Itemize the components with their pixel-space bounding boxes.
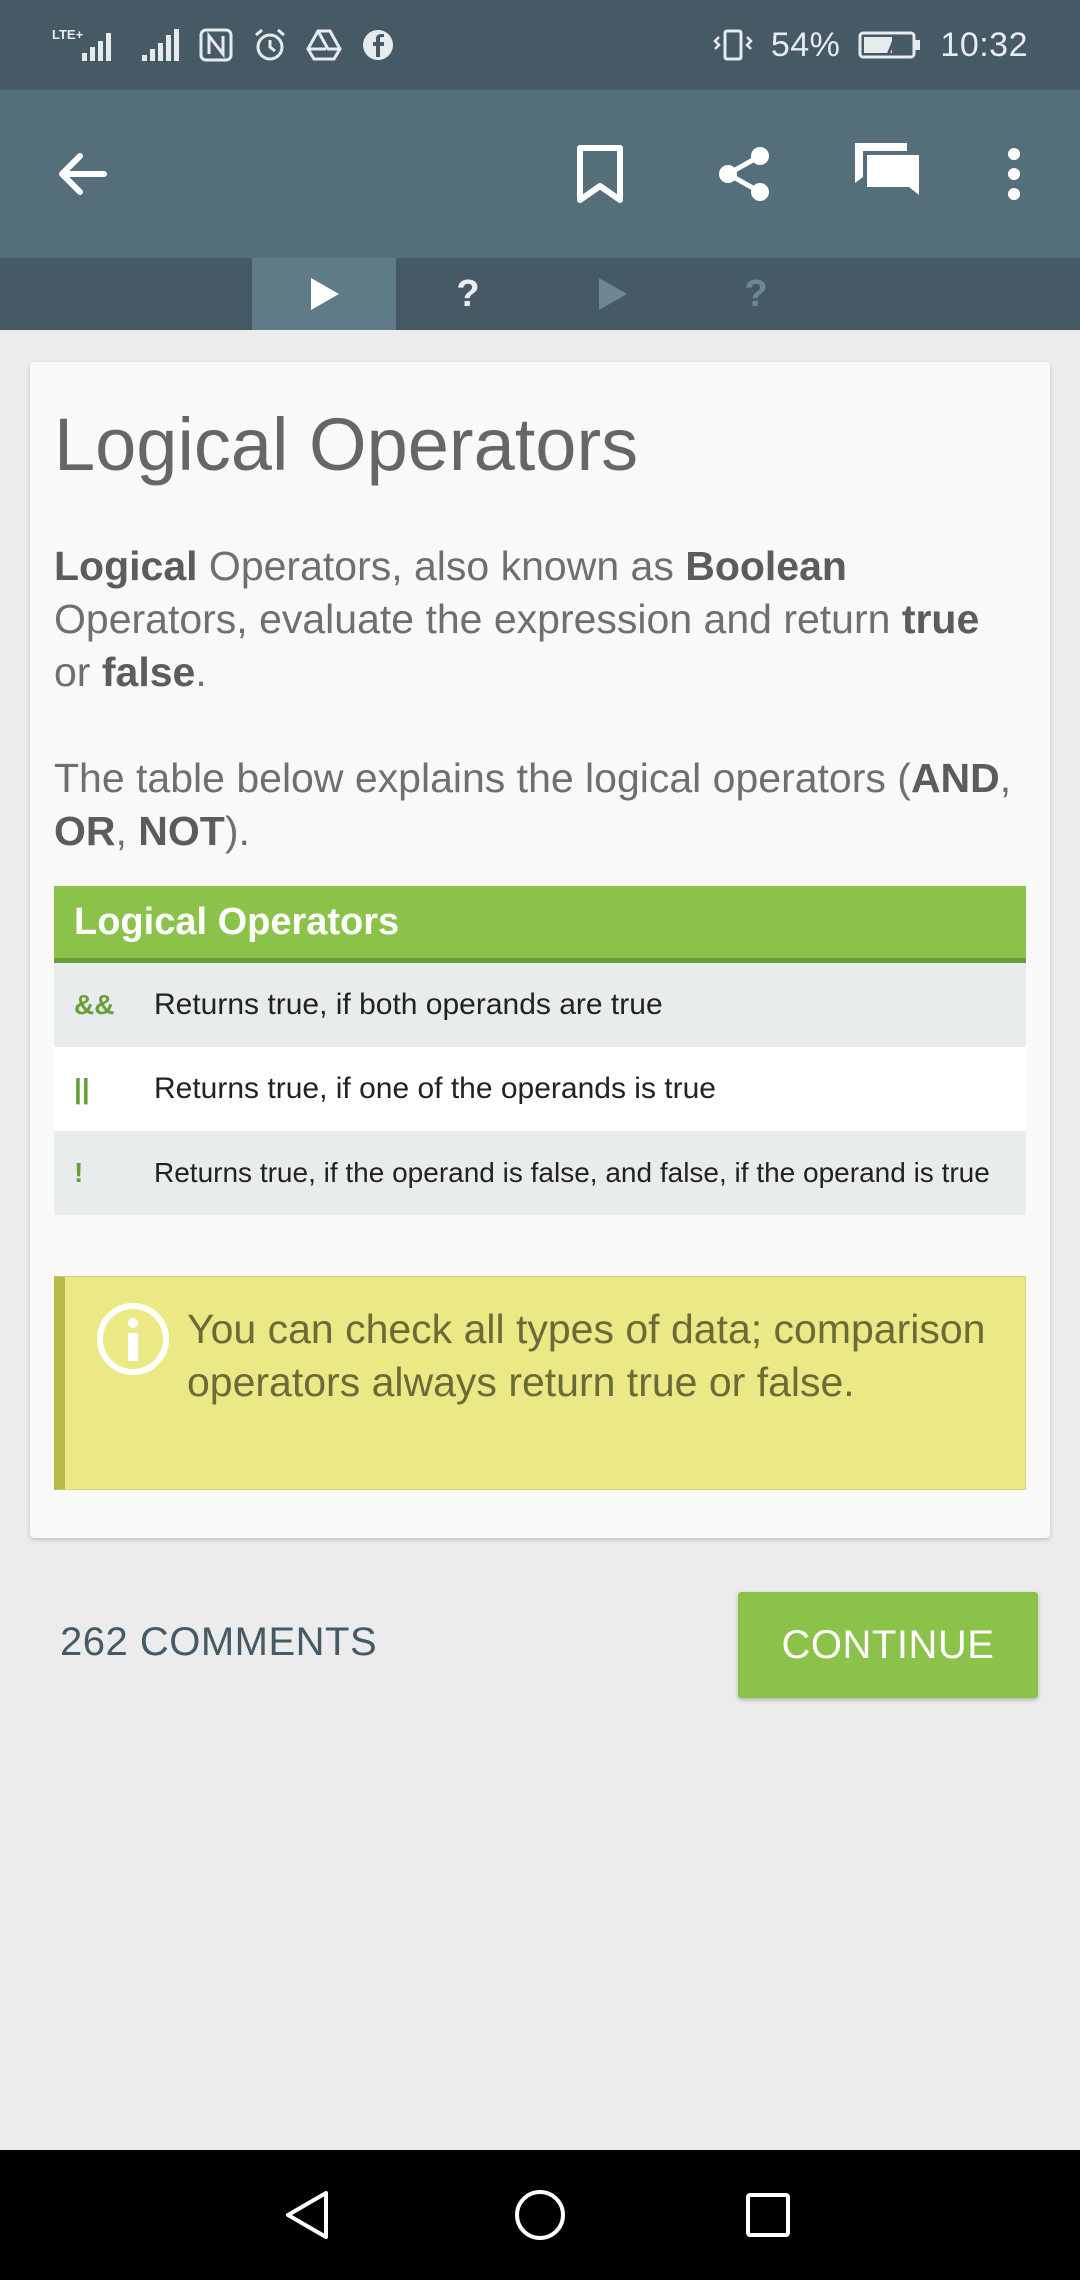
info-icon xyxy=(97,1303,169,1375)
text: The table below explains the logical ope… xyxy=(54,755,911,801)
text: , xyxy=(115,808,139,854)
tab-quiz-1[interactable]: ? xyxy=(396,258,540,330)
lesson-card: Logical Operators Logical Operators, als… xyxy=(30,362,1050,1538)
vibrate-icon xyxy=(713,27,753,63)
bookmark-icon xyxy=(577,145,623,203)
quiz-label: ? xyxy=(744,272,768,315)
share-icon xyxy=(719,147,769,201)
nav-recents-button[interactable] xyxy=(728,2175,808,2255)
nfc-icon xyxy=(198,27,234,63)
lesson-title: Logical Operators xyxy=(54,403,639,486)
description-cell: Returns true, if the operand is false, a… xyxy=(154,1157,990,1188)
note-text: You can check all types of data; compari… xyxy=(187,1306,986,1405)
battery-icon xyxy=(858,29,922,61)
signal-icon xyxy=(140,25,180,65)
bold-text: Boolean xyxy=(685,543,847,589)
text: Operators, also known as xyxy=(197,543,686,589)
operator-cell: && xyxy=(74,989,115,1020)
bold-text: false xyxy=(101,649,196,695)
app-bar xyxy=(0,90,1080,258)
lesson-table-intro: The table below explains the logical ope… xyxy=(54,752,1024,858)
operator-cell: ! xyxy=(74,1157,84,1188)
battery-percent: 54% xyxy=(770,25,841,64)
nav-home-button[interactable] xyxy=(500,2175,580,2255)
network-type-label: LTE+ xyxy=(52,27,84,42)
more-options-button[interactable] xyxy=(970,130,1058,218)
play-icon xyxy=(311,278,339,310)
alarm-icon xyxy=(252,27,288,63)
nav-home-icon xyxy=(515,2190,565,2240)
info-note: You can check all types of data; compari… xyxy=(54,1276,1026,1490)
tab-lesson-1[interactable] xyxy=(252,258,396,330)
more-vert-icon xyxy=(1008,148,1020,200)
navigation-bar xyxy=(0,2150,1080,2280)
bold-text: Logical xyxy=(54,543,198,589)
play-icon xyxy=(599,278,627,310)
lesson-intro: Logical Operators, also known as Boolean… xyxy=(54,540,1024,699)
comments-icon xyxy=(855,143,919,195)
text: ). xyxy=(224,808,250,854)
facebook-icon xyxy=(360,27,396,63)
table-row: ! Returns true, if the operand is false,… xyxy=(54,1131,1026,1215)
clock: 10:32 xyxy=(940,25,1028,64)
bold-text: OR xyxy=(54,808,116,854)
status-bar: LTE+ 54% 10:32 xyxy=(0,0,1080,90)
text: . xyxy=(195,649,207,695)
text: Operators, evaluate the expression and r… xyxy=(54,596,902,642)
bold-text: AND xyxy=(910,755,1000,801)
description-cell: Returns true, if both operands are true xyxy=(154,988,663,1021)
text: or xyxy=(54,649,102,695)
status-bar-left: LTE+ xyxy=(52,25,396,65)
share-button[interactable] xyxy=(700,130,788,218)
nav-back-button[interactable] xyxy=(268,2175,348,2255)
bookmark-button[interactable] xyxy=(556,130,644,218)
continue-button[interactable]: CONTINUE xyxy=(738,1592,1038,1698)
quiz-label: ? xyxy=(456,272,480,315)
operators-table: Logical Operators && Returns true, if bo… xyxy=(54,886,1026,1215)
text: , xyxy=(999,755,1012,801)
drive-icon xyxy=(306,27,342,63)
tab-lesson-2[interactable] xyxy=(540,258,684,330)
lte-signal-icon: LTE+ xyxy=(52,25,122,65)
operator-cell: || xyxy=(74,1073,90,1104)
bold-text: true xyxy=(901,596,980,642)
arrow-back-icon xyxy=(59,153,107,195)
comments-button[interactable] xyxy=(843,130,931,218)
back-button[interactable] xyxy=(38,130,126,218)
table-row: && Returns true, if both operands are tr… xyxy=(54,963,1026,1047)
description-cell: Returns true, if one of the operands is … xyxy=(154,1072,716,1105)
bold-text: NOT xyxy=(138,808,225,854)
comments-link[interactable]: 262 COMMENTS xyxy=(60,1620,377,1665)
table-header: Logical Operators xyxy=(54,886,1026,963)
lesson-tabs: ? ? xyxy=(0,258,1080,330)
table-row: || Returns true, if one of the operands … xyxy=(54,1047,1026,1131)
nav-recents-icon xyxy=(746,2193,790,2237)
nav-back-icon xyxy=(286,2191,328,2239)
status-bar-right: 54% 10:32 xyxy=(713,26,1028,65)
tab-quiz-2[interactable]: ? xyxy=(684,258,828,330)
